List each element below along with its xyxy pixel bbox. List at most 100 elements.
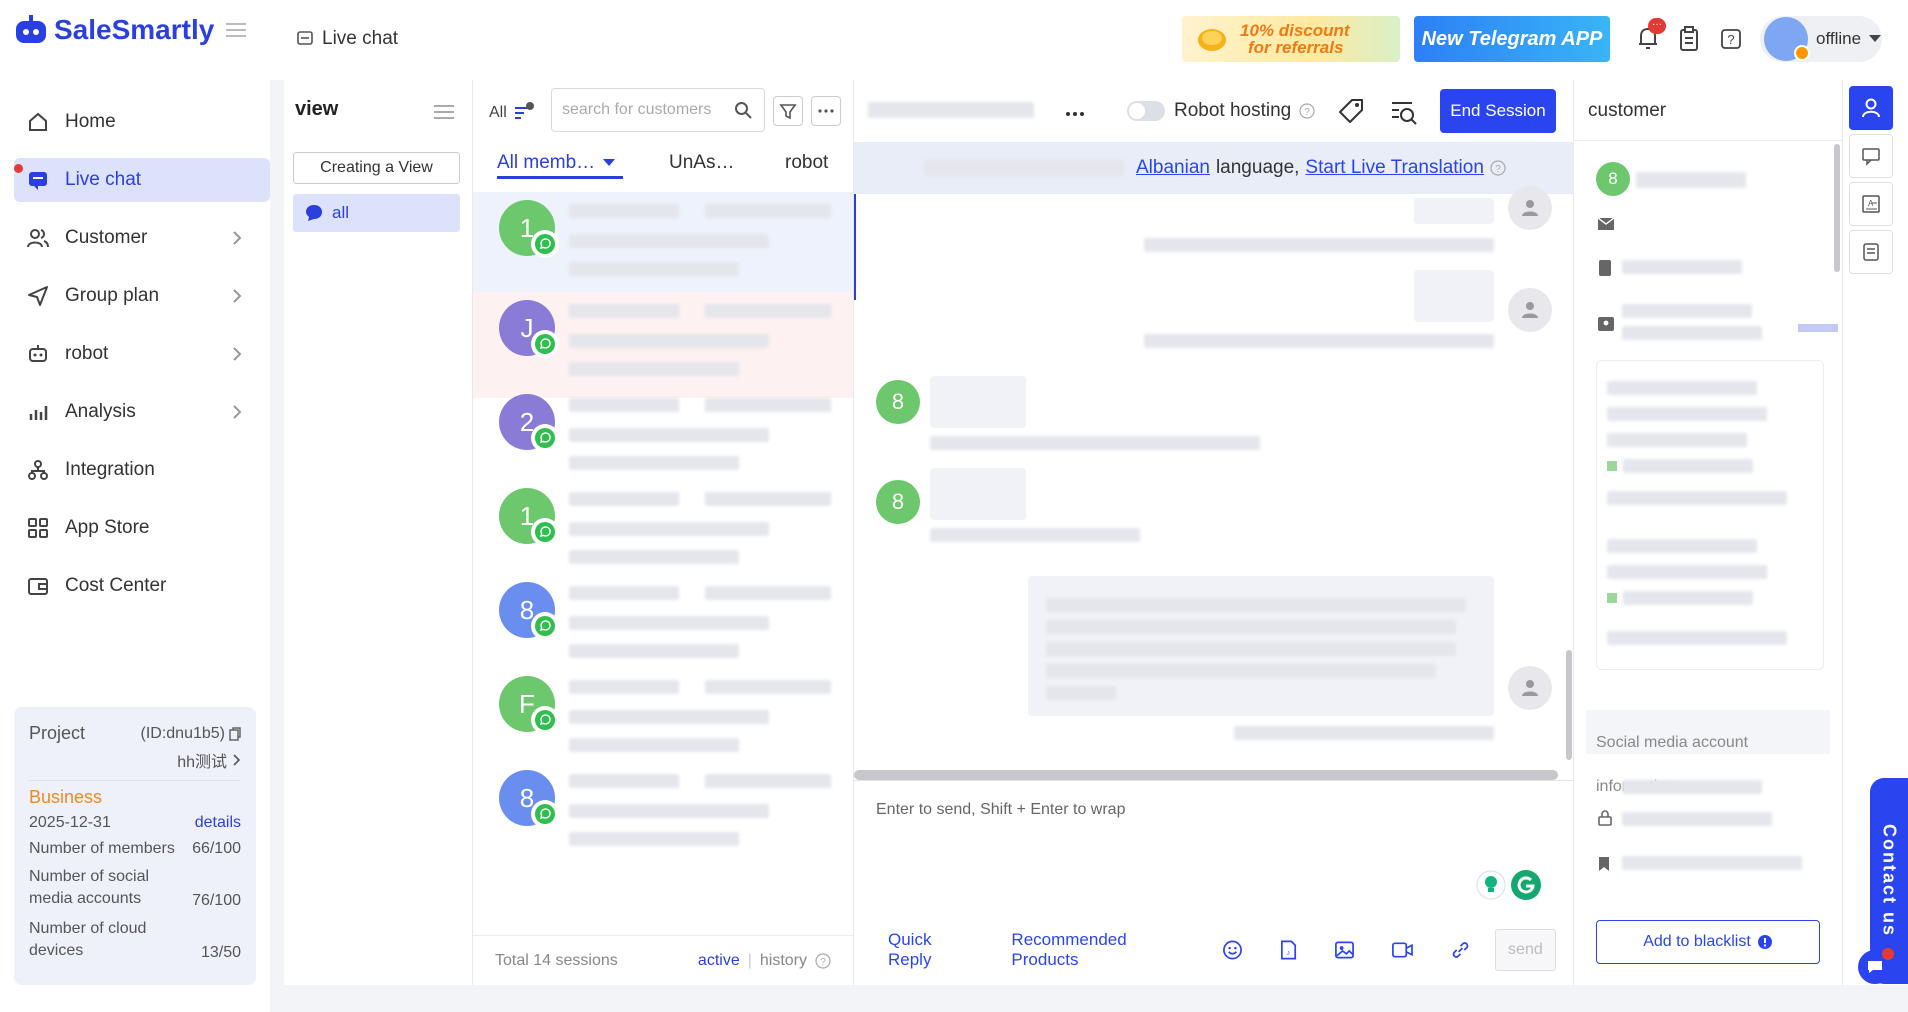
- customer-avatar: 8: [876, 380, 920, 424]
- session-item[interactable]: F: [473, 668, 853, 774]
- file-icon[interactable]: ♪: [1279, 939, 1298, 961]
- link-icon[interactable]: [1450, 939, 1471, 961]
- text-info-tab[interactable]: A: [1849, 182, 1893, 226]
- chat-support-icon[interactable]: [1858, 948, 1894, 984]
- view-menu-icon[interactable]: [434, 104, 454, 120]
- create-view-button[interactable]: Creating a View: [293, 152, 460, 184]
- help-circle-icon: ?: [1299, 103, 1315, 119]
- robot-logo-icon: [16, 15, 46, 43]
- session-item[interactable]: J: [473, 292, 853, 398]
- quick-reply-button[interactable]: Quick Reply: [888, 930, 975, 970]
- image-icon[interactable]: [1334, 940, 1355, 960]
- language-link[interactable]: Albanian: [1136, 157, 1210, 178]
- notes-tab[interactable]: [1849, 230, 1893, 274]
- compose-area: Enter to send, Shift + Enter to wrap Qui…: [854, 780, 1574, 985]
- project-id[interactable]: (ID:dnu1b5): [141, 725, 242, 743]
- emoji-icon[interactable]: [1222, 939, 1243, 961]
- filter-button[interactable]: [773, 96, 803, 126]
- chevron-right-icon: [233, 231, 242, 245]
- message-input[interactable]: Enter to send, Shift + Enter to wrap: [876, 801, 1125, 819]
- project-switch[interactable]: hh测试: [29, 748, 241, 772]
- chat-icon: [29, 172, 47, 190]
- send-button[interactable]: send: [1494, 929, 1556, 971]
- clipboard-icon[interactable]: [1678, 26, 1700, 52]
- view-item-all[interactable]: all: [293, 194, 460, 232]
- session-item[interactable]: 1: [473, 192, 853, 298]
- notification-bell-icon[interactable]: ···: [1636, 18, 1666, 52]
- details-link[interactable]: details: [195, 814, 241, 832]
- social-section-title: Social media account information: [1596, 734, 1749, 795]
- end-session-button[interactable]: End Session: [1440, 89, 1556, 133]
- nav-item-robot[interactable]: robot: [14, 332, 270, 376]
- customer-name: [1636, 172, 1746, 188]
- project-label: Project: [29, 723, 86, 743]
- nav-item-group-plan[interactable]: Group plan: [14, 274, 270, 318]
- nav-item-live-chat[interactable]: Live chat: [14, 158, 270, 202]
- horizontal-scrollbar[interactable]: [854, 770, 1558, 780]
- nav-item-home[interactable]: Home: [14, 100, 270, 144]
- collapse-menu-icon[interactable]: [226, 22, 246, 38]
- translation-banner: Albanian language, Start Live Translatio…: [854, 142, 1574, 194]
- session-item[interactable]: 8: [473, 762, 853, 868]
- customer-scrollbar[interactable]: [1834, 144, 1840, 272]
- recommended-products-button[interactable]: Recommended Products: [1011, 930, 1189, 970]
- search-placeholder: search for customers: [562, 101, 712, 118]
- history-link[interactable]: history: [760, 952, 807, 970]
- active-link[interactable]: active: [698, 952, 740, 970]
- lock-icon: [1598, 810, 1612, 826]
- telegram-app-banner[interactable]: New Telegram APP: [1414, 16, 1610, 62]
- nav-item-customer[interactable]: Customer: [14, 216, 270, 260]
- session-tags: [569, 644, 739, 658]
- comments-tab[interactable]: [1849, 134, 1893, 178]
- session-item[interactable]: 1: [473, 480, 853, 586]
- vertical-scrollbar[interactable]: [1566, 650, 1572, 760]
- coin-icon: [1198, 29, 1226, 51]
- session-item[interactable]: 8: [473, 574, 853, 680]
- svg-text:♪: ♪: [1287, 948, 1291, 957]
- user-icon: [1522, 302, 1538, 318]
- tab-robot[interactable]: robot: [785, 152, 828, 174]
- nav-item-integration[interactable]: Integration: [14, 448, 270, 492]
- session-preview: [569, 616, 769, 630]
- agent-avatar: [1508, 186, 1552, 230]
- video-icon[interactable]: [1391, 940, 1414, 960]
- add-to-blacklist-button[interactable]: Add to blacklist: [1596, 920, 1820, 964]
- start-translation-link[interactable]: Start Live Translation: [1305, 157, 1483, 179]
- blurred-text: [924, 160, 1124, 176]
- robot-hosting-toggle[interactable]: Robot hosting ?: [1126, 100, 1315, 122]
- user-avatar: [1764, 17, 1810, 61]
- session-time: [705, 204, 831, 218]
- nav-item-app-store[interactable]: App Store: [14, 506, 270, 550]
- help-icon[interactable]: ?: [1720, 28, 1742, 50]
- session-tags: [569, 262, 739, 276]
- app-logo[interactable]: SaleSmartly: [14, 14, 214, 46]
- session-tags: [569, 738, 739, 752]
- tag-icon[interactable]: [1338, 98, 1364, 124]
- tab-all-members[interactable]: All memb…: [497, 152, 623, 179]
- session-item[interactable]: 2: [473, 386, 853, 492]
- support-badge: [1882, 948, 1894, 960]
- whatsapp-icon: [531, 330, 559, 358]
- search-history-icon[interactable]: [1390, 100, 1418, 126]
- customer-search[interactable]: search for customers: [551, 88, 765, 132]
- status-dot: [1794, 45, 1810, 61]
- writing-assistant[interactable]: [1476, 869, 1542, 901]
- more-button[interactable]: [811, 96, 841, 126]
- nav-item-cost-center[interactable]: Cost Center: [14, 564, 270, 608]
- customer-avatar: 8: [1596, 162, 1630, 196]
- user-status-menu[interactable]: offline: [1760, 16, 1882, 62]
- nav-item-analysis[interactable]: Analysis: [14, 390, 270, 434]
- users-icon: [27, 229, 49, 248]
- project-name: hh测试: [177, 754, 227, 771]
- customer-profile-tab[interactable]: [1849, 86, 1893, 130]
- session-tags: [569, 456, 739, 470]
- message-meta: [930, 436, 1260, 450]
- tab-unassigned[interactable]: UnAs…: [669, 152, 734, 174]
- referral-banner[interactable]: 10% discount for referrals: [1182, 16, 1400, 62]
- message-bubble: [1028, 576, 1494, 716]
- filter-all[interactable]: All: [489, 102, 535, 124]
- app-name: SaleSmartly: [54, 14, 215, 45]
- more-icon[interactable]: [1066, 112, 1084, 116]
- translation-text: language,: [1215, 157, 1300, 178]
- funnel-icon: [779, 104, 797, 120]
